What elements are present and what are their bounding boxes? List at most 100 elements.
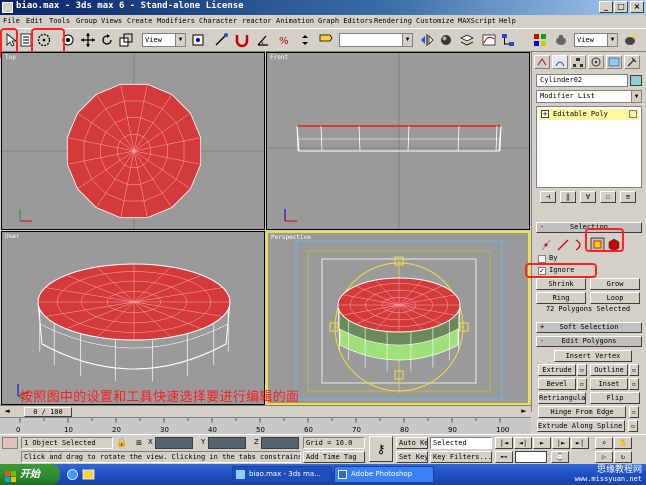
menu-animation[interactable]: Animation [276, 17, 314, 25]
viewport-top[interactable]: Top [1, 52, 265, 230]
outline-settings-button[interactable]: ▫ [629, 364, 639, 376]
auto-key-button[interactable]: Auto Key [396, 437, 428, 449]
previous-frame-icon[interactable]: ◄| [514, 437, 532, 449]
hierarchy-tab[interactable] [570, 55, 586, 69]
pivot-center-button[interactable] [190, 32, 206, 48]
go-to-start-icon[interactable]: |◄ [495, 437, 513, 449]
next-frame-arrow-icon[interactable]: ► [519, 407, 529, 417]
menu-customize[interactable]: Customize [416, 17, 454, 25]
object-color-swatch[interactable] [630, 75, 642, 86]
snaps-toggle-button[interactable] [234, 32, 250, 48]
time-slider[interactable]: 0 / 100 ◄ ► [0, 405, 531, 417]
time-slider-thumb[interactable]: 0 / 100 [24, 407, 72, 417]
set-key-icon[interactable]: ⚷ [369, 436, 393, 462]
key-mode-dropdown[interactable]: Selected [430, 437, 492, 449]
select-rotate-button[interactable] [99, 32, 115, 48]
modifier-list-dropdown[interactable]: Modifier List ▼ [536, 90, 642, 103]
arc-rotate-icon[interactable]: ↻ [614, 451, 632, 463]
inset-settings-button[interactable]: ▫ [629, 378, 639, 390]
hinge-settings-button[interactable]: ▫ [629, 406, 639, 418]
menu-edit[interactable]: Edit [26, 17, 43, 25]
bevel-settings-button[interactable]: ▫ [577, 378, 587, 390]
render-type-dropdown[interactable]: View ▼ [574, 33, 618, 47]
viewport-user[interactable]: User [1, 231, 265, 405]
key-mode-toggle-icon[interactable]: ⊷ [495, 451, 513, 463]
flip-button[interactable]: Flip [590, 392, 640, 404]
previous-frame-arrow-icon[interactable]: ◄ [2, 407, 12, 417]
make-unique-button[interactable]: ∀ [580, 191, 596, 203]
modify-tab[interactable] [552, 55, 568, 69]
insert-vertex-button[interactable]: Insert Vertex [554, 350, 632, 362]
menu-maxscript[interactable]: MAXScript [458, 17, 496, 25]
named-selection-button[interactable] [318, 32, 334, 48]
hinge-from-edge-button[interactable]: Hinge From Edge [538, 406, 626, 418]
reference-coordinate-dropdown[interactable]: View ▼ [142, 33, 186, 47]
set-key-button[interactable]: Set Key [396, 451, 428, 463]
y-coordinate-field[interactable] [208, 437, 246, 449]
taskbar-item-3dsmax[interactable]: biao.max - 3ds ma... [232, 466, 332, 483]
time-configuration-icon[interactable]: ⌚ [551, 451, 569, 463]
create-tab[interactable] [534, 55, 550, 69]
edit-polygons-rollout-header[interactable]: - Edit Polygons [536, 336, 642, 347]
field-of-view-icon[interactable]: ▷ [595, 451, 613, 463]
play-icon[interactable]: ► [533, 437, 551, 449]
viewport-perspective[interactable]: Perspective [266, 231, 530, 405]
expand-icon[interactable]: + [541, 110, 549, 118]
menu-help[interactable]: Help [499, 17, 516, 25]
extrude-along-spline-settings-button[interactable]: ▫ [628, 420, 638, 432]
angle-snap-button[interactable] [255, 32, 271, 48]
outline-button[interactable]: Outline [590, 364, 628, 376]
inset-button[interactable]: Inset [590, 378, 628, 390]
close-button[interactable]: × [630, 1, 644, 13]
menu-character[interactable]: Character [199, 17, 237, 25]
stack-item-toggle[interactable] [629, 110, 637, 118]
border-icon[interactable] [575, 239, 581, 251]
z-coordinate-field[interactable] [261, 437, 299, 449]
pin-stack-button[interactable]: ⊣ [540, 191, 556, 203]
configure-sets-button[interactable]: ≡ [620, 191, 636, 203]
layer-manager-button[interactable] [459, 32, 475, 48]
key-filters-button[interactable]: Key Filters... [430, 451, 492, 463]
select-manipulate-button[interactable] [213, 32, 229, 48]
show-end-result-button[interactable]: ‖ [560, 191, 576, 203]
percent-snap-button[interactable]: % [276, 32, 292, 48]
select-move-button[interactable] [80, 32, 96, 48]
menu-rendering[interactable]: Rendering [374, 17, 412, 25]
motion-tab[interactable] [588, 55, 604, 69]
pan-icon[interactable]: ✋ [614, 437, 632, 449]
vertex-icon[interactable] [541, 239, 551, 251]
extrude-settings-button[interactable]: ▫ [577, 364, 587, 376]
select-scale-button[interactable] [118, 32, 134, 48]
extrude-along-spline-button[interactable]: Extrude Along Spline [537, 420, 625, 432]
spinner-snap-button[interactable] [297, 32, 313, 48]
extrude-button[interactable]: Extrude [538, 364, 576, 376]
current-frame-field[interactable] [515, 451, 547, 463]
loop-button[interactable]: Loop [590, 292, 640, 304]
next-frame-icon[interactable]: |► [552, 437, 570, 449]
menu-graph-editors[interactable]: Graph Editors [318, 17, 373, 25]
menu-views[interactable]: Views [101, 17, 122, 25]
shrink-button[interactable]: Shrink [536, 278, 586, 290]
menu-create[interactable]: Create [127, 17, 152, 25]
start-button[interactable]: 开始 [0, 464, 60, 485]
schematic-view-button[interactable] [500, 32, 516, 48]
render-scene-button[interactable] [553, 32, 569, 48]
menu-group[interactable]: Group [76, 17, 97, 25]
menu-tools[interactable]: Tools [49, 17, 70, 25]
soft-selection-rollout-header[interactable]: + Soft Selection [536, 322, 642, 333]
edge-icon[interactable] [557, 239, 569, 251]
bevel-button[interactable]: Bevel [538, 378, 576, 390]
lock-icon[interactable]: 🔒 [116, 437, 128, 449]
zoom-icon[interactable]: ⌕ [595, 437, 613, 449]
menu-modifiers[interactable]: Modifiers [157, 17, 195, 25]
absolute-mode-icon[interactable]: ⊞ [132, 437, 146, 449]
object-name-field[interactable]: Cylinder02 [536, 74, 628, 87]
ring-button[interactable]: Ring [536, 292, 586, 304]
go-to-end-icon[interactable]: ►| [571, 437, 589, 449]
quick-render-button[interactable] [622, 32, 638, 48]
checkbox[interactable] [538, 255, 546, 263]
grow-button[interactable]: Grow [590, 278, 640, 290]
minimize-button[interactable]: _ [599, 1, 613, 13]
maximize-button[interactable]: □ [614, 1, 628, 13]
add-time-tag-button[interactable]: Add Time Tag [303, 451, 365, 463]
